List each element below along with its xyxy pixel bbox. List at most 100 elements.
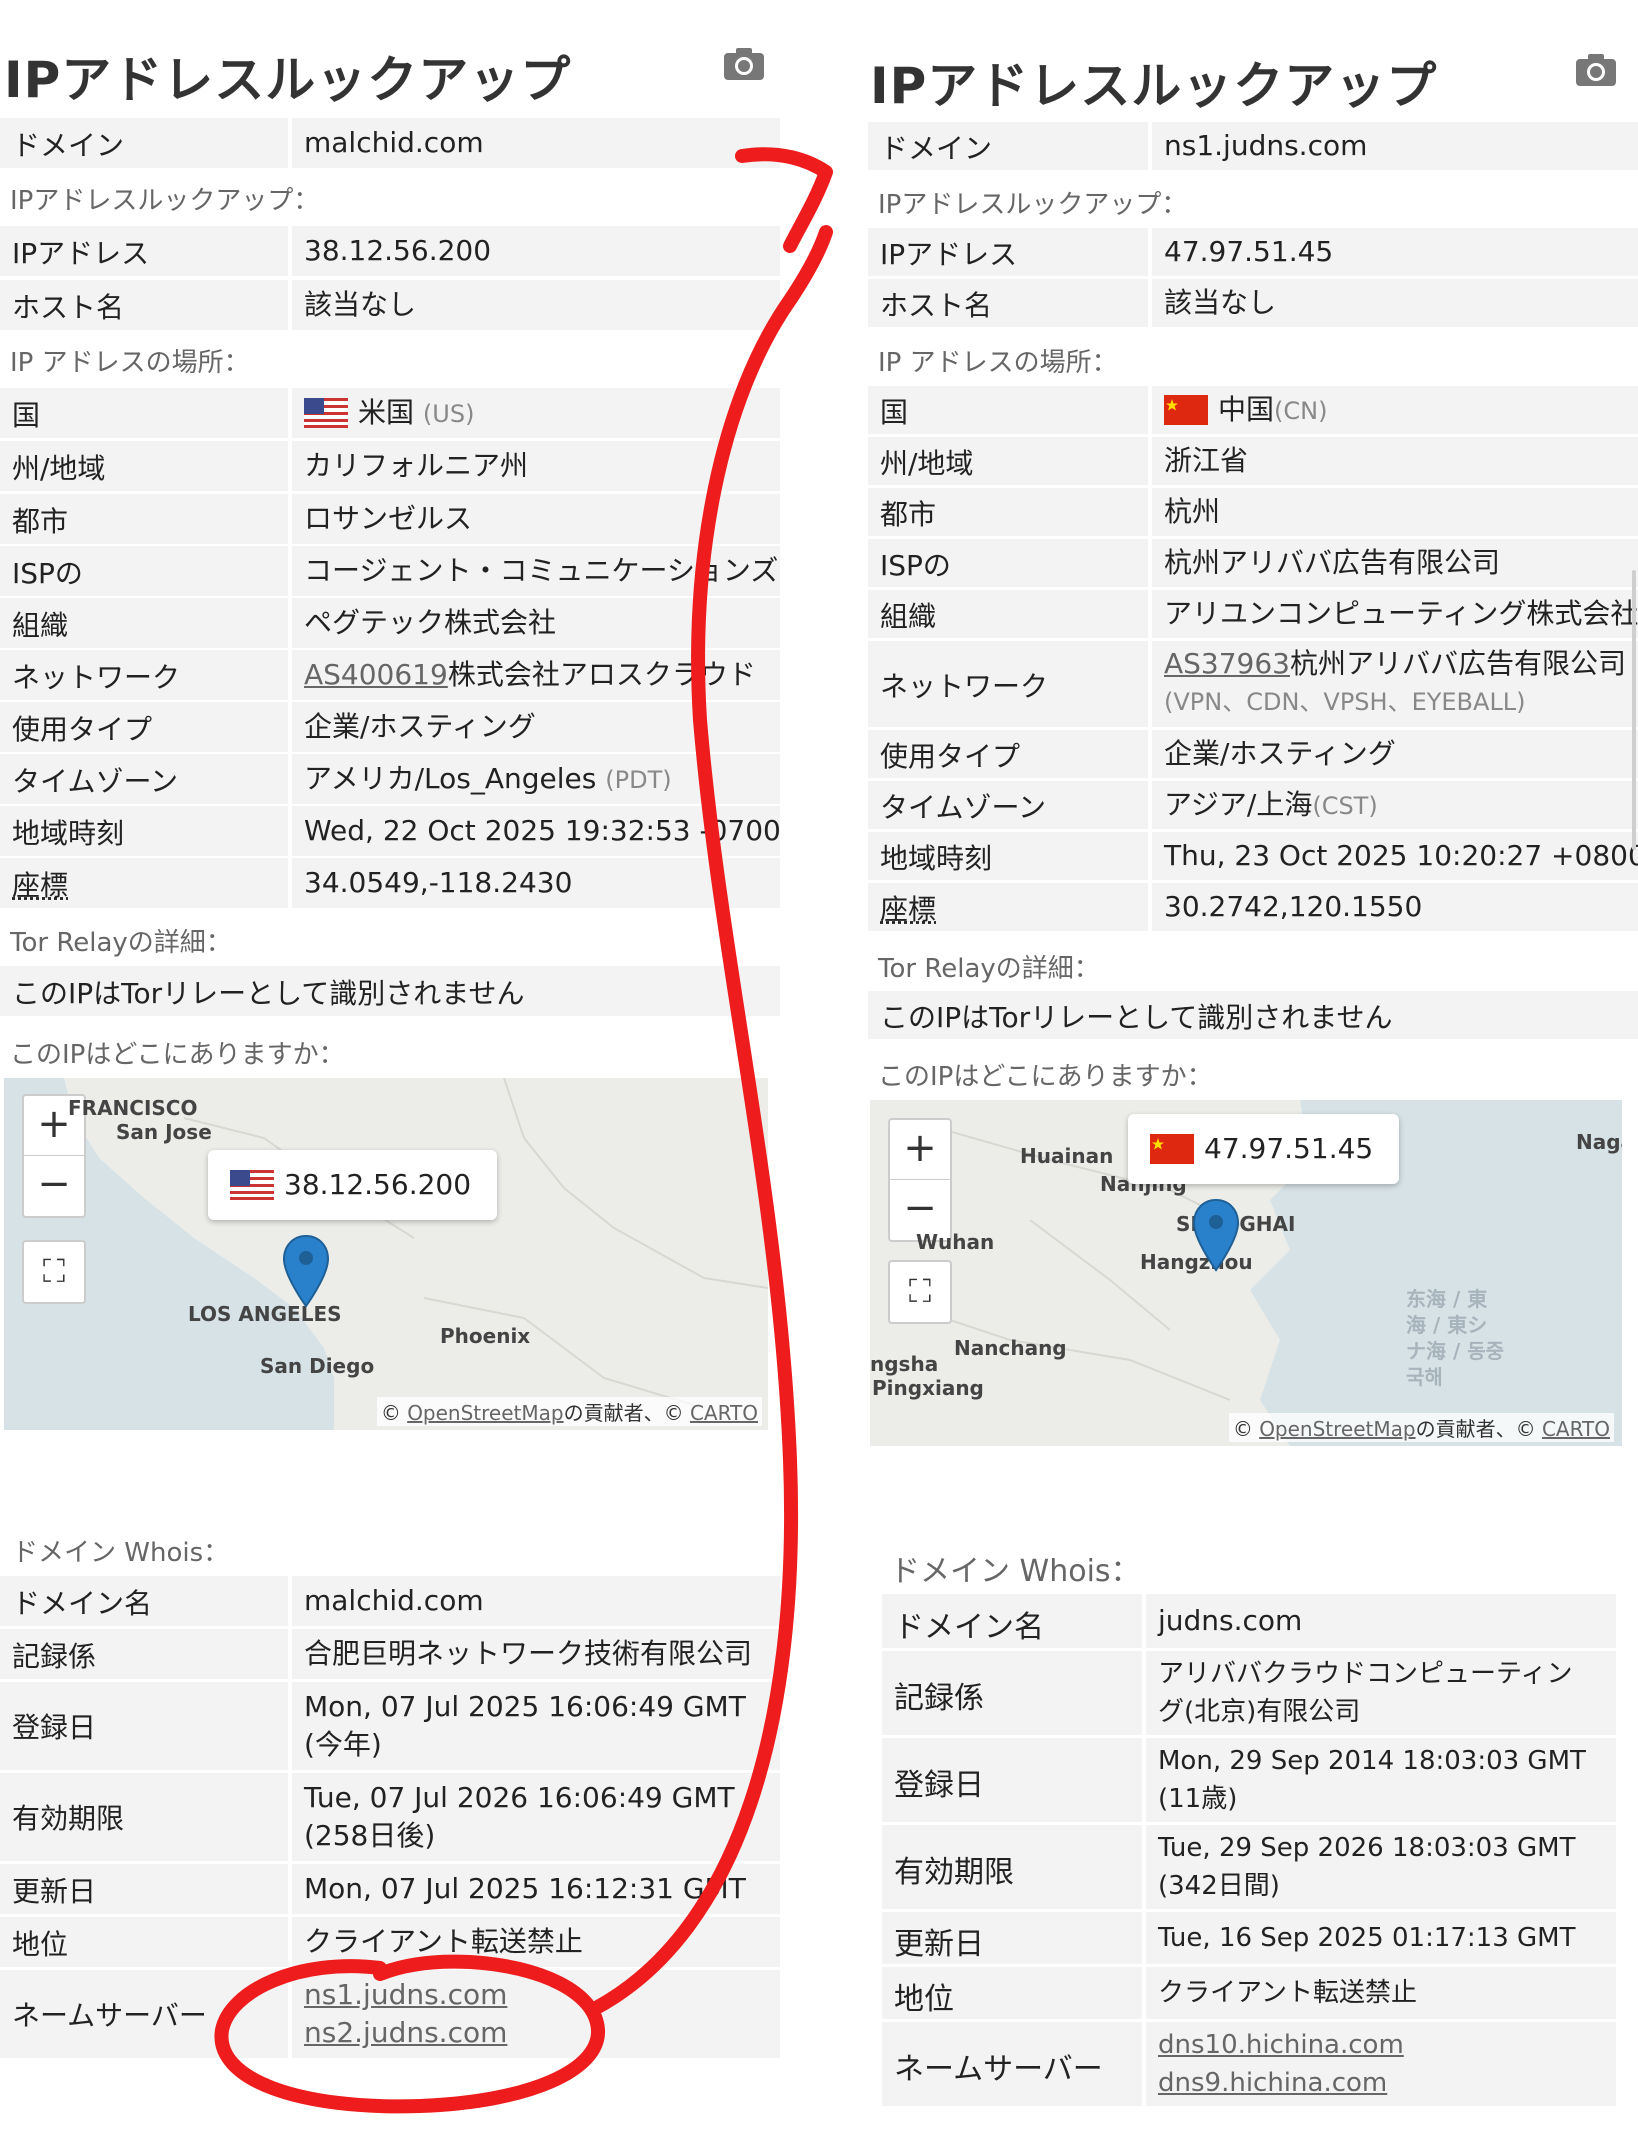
whois-domain-row: ドメイン名 judns.com (882, 1594, 1616, 1648)
updated-row: 更新日 Mon, 07 Jul 2025 16:12:31 GMT (0, 1864, 780, 1914)
expires-label: 有効期限 (12, 1797, 124, 1837)
coords-row: 座標 34.0549,-118.2430 (0, 858, 780, 908)
scrollbar[interactable] (1632, 570, 1636, 850)
ip-label: IPアドレス (12, 232, 149, 272)
map-attribution: © OpenStreetMapの貢献者、© CARTO (1229, 1413, 1614, 1442)
fullscreen-icon[interactable]: ⛶ (22, 1240, 86, 1304)
usage-row: 使用タイプ 企業/ホスティング (868, 730, 1638, 778)
nameserver-link[interactable]: dns10.hichina.com (1158, 2026, 1404, 2064)
usage-label: 使用タイプ (12, 708, 152, 748)
fullscreen-icon[interactable]: ⛶ (888, 1260, 952, 1324)
tor-value: このIPはTorリレーとして識別されません (12, 972, 524, 1012)
country-code: (US) (423, 400, 475, 428)
registrar-value: 合肥巨明ネットワーク技術有限公司 (304, 1635, 752, 1673)
zoom-in-button[interactable]: + (890, 1120, 950, 1180)
localtime-value: Wed, 22 Oct 2025 19:32:53 -0700 (304, 812, 781, 850)
org-value: アリユンコンピューティング株式会社 (1164, 595, 1638, 633)
timezone-label: タイムゾーン (880, 786, 1046, 826)
host-value: 該当なし (1164, 284, 1276, 322)
city-label: 都市 (12, 500, 68, 540)
whois-domain-value: malchid.com (304, 1582, 484, 1620)
nameserver-link[interactable]: ns2.judns.com (304, 2014, 507, 2052)
domain-value: ns1.judns.com (1164, 127, 1367, 165)
status-label: 地位 (894, 1974, 954, 2018)
org-label: 組織 (880, 595, 936, 635)
updated-label: 更新日 (894, 1919, 984, 1963)
zoom-out-button[interactable]: − (24, 1156, 84, 1215)
expires-row: 有効期限 Tue, 07 Jul 2026 16:06:49 GMT (258日… (0, 1773, 780, 1861)
country-row: 国 中国(CN) (868, 386, 1638, 434)
registrar-label: 記録係 (12, 1635, 96, 1675)
carto-link[interactable]: CARTO (690, 1401, 758, 1425)
status-row: 地位 クライアント転送禁止 (882, 1967, 1616, 2019)
coords-label: 座標 (12, 864, 68, 904)
timezone-row: タイムゾーン アジア/上海(CST) (868, 781, 1638, 829)
host-label: ホスト名 (12, 286, 124, 326)
network-as-link[interactable]: AS37963 (1164, 647, 1290, 680)
carto-link[interactable]: CARTO (1542, 1417, 1610, 1441)
isp-row: ISPの コージェント・コミュニケーションズ (0, 546, 780, 596)
map-marker-icon[interactable] (282, 1234, 330, 1308)
osm-link[interactable]: OpenStreetMap (407, 1401, 563, 1425)
localtime-label: 地域時刻 (880, 837, 992, 877)
timezone-value: アジア/上海 (1164, 788, 1312, 821)
nameserver-link[interactable]: ns1.judns.com (304, 1976, 507, 2014)
registrar-value: アリババクラウドコンピューティング(北京)有限公司 (1158, 1655, 1598, 1731)
nameserver-label: ネームサーバー (12, 1994, 207, 2034)
host-label: ホスト名 (880, 284, 992, 324)
ip-location-map[interactable]: + − ⛶ FRANCISCO San Jose LOS ANGELES Pho… (4, 1078, 768, 1430)
whois-section-heading: ドメイン Whois： (12, 1532, 229, 1569)
lookup-section-heading: IPアドレスルックアップ： (878, 184, 1187, 221)
osm-link[interactable]: OpenStreetMap (1259, 1417, 1415, 1441)
whois-section-heading: ドメイン Whois： (890, 1546, 1141, 1590)
right-lookup-panel: IPアドレスルックアップ ドメイン ns1.judns.com IPアドレスルッ… (868, 0, 1638, 2100)
state-row: 州/地域 カリフォルニア州 (0, 441, 780, 491)
map-city-label: Nanchang (954, 1336, 1067, 1360)
coords-value: 30.2742,120.1550 (1164, 888, 1422, 926)
map-city-label: Phoenix (440, 1324, 530, 1348)
map-city-label: Huainan (1020, 1144, 1113, 1168)
updated-value: Tue, 16 Sep 2025 01:17:13 GMT (1158, 1919, 1576, 1957)
ip-label: IPアドレス (880, 233, 1017, 273)
coords-label: 座標 (880, 888, 936, 928)
isp-value: コージェント・コミュニケーションズ (304, 552, 778, 590)
usage-value: 企業/ホスティング (304, 708, 536, 746)
whois-domain-label: ドメイン名 (12, 1582, 152, 1622)
nameserver-link[interactable]: dns9.hichina.com (1158, 2064, 1404, 2102)
isp-value: 杭州アリババ広告有限公司 (1164, 544, 1500, 582)
domain-row: ドメイン malchid.com (0, 118, 780, 168)
usage-row: 使用タイプ 企業/ホスティング (0, 702, 780, 752)
org-row: 組織 ペグテック株式会社 (0, 598, 780, 648)
tor-value: このIPはTorリレーとして識別されません (880, 996, 1392, 1036)
network-row: ネットワーク AS400619株式会社アロスクラウド (0, 650, 780, 700)
nameserver-row: ネームサーバー dns10.hichina.com dns9.hichina.c… (882, 2022, 1616, 2106)
location-section-heading: IP アドレスの場所： (10, 342, 250, 379)
coords-row: 座標 30.2742,120.1550 (868, 883, 1638, 931)
tor-row: このIPはTorリレーとして識別されません (868, 991, 1638, 1039)
network-label: ネットワーク (12, 656, 180, 696)
updated-label: 更新日 (12, 1870, 96, 1910)
status-value: クライアント転送禁止 (304, 1923, 583, 1961)
map-marker-icon[interactable] (1192, 1198, 1240, 1272)
map-city-label: FRANCISCO (68, 1096, 197, 1120)
domain-label: ドメイン (12, 124, 124, 164)
page-title: IPアドレスルックアップ (4, 40, 571, 112)
state-value: カリフォルニア州 (304, 447, 528, 485)
isp-label: ISPの (880, 544, 951, 584)
timezone-abbr: (PDT) (605, 766, 671, 794)
network-tags: (VPN、CDN、VPSH、EYEBALL) (1164, 683, 1626, 721)
status-row: 地位 クライアント転送禁止 (0, 1917, 780, 1967)
host-row: ホスト名 該当なし (868, 279, 1638, 327)
camera-icon[interactable] (722, 46, 766, 82)
country-code: (CN) (1274, 397, 1327, 425)
ip-location-map[interactable]: + − ⛶ Huainan Nanjing SHANGHAI Hangzhou … (870, 1100, 1622, 1446)
cn-flag-icon (1164, 395, 1208, 425)
host-row: ホスト名 該当なし (0, 280, 780, 330)
localtime-label: 地域時刻 (12, 812, 124, 852)
timezone-row: タイムゾーン アメリカ/Los_Angeles (PDT) (0, 754, 780, 804)
city-row: 都市 杭州 (868, 488, 1638, 536)
domain-label: ドメイン (880, 127, 992, 167)
map-sea-label: 东海 / 東海 / 東シナ海 / 동중국해 (1406, 1286, 1506, 1390)
camera-icon[interactable] (1574, 52, 1618, 88)
network-as-link[interactable]: AS400619 (304, 658, 448, 691)
